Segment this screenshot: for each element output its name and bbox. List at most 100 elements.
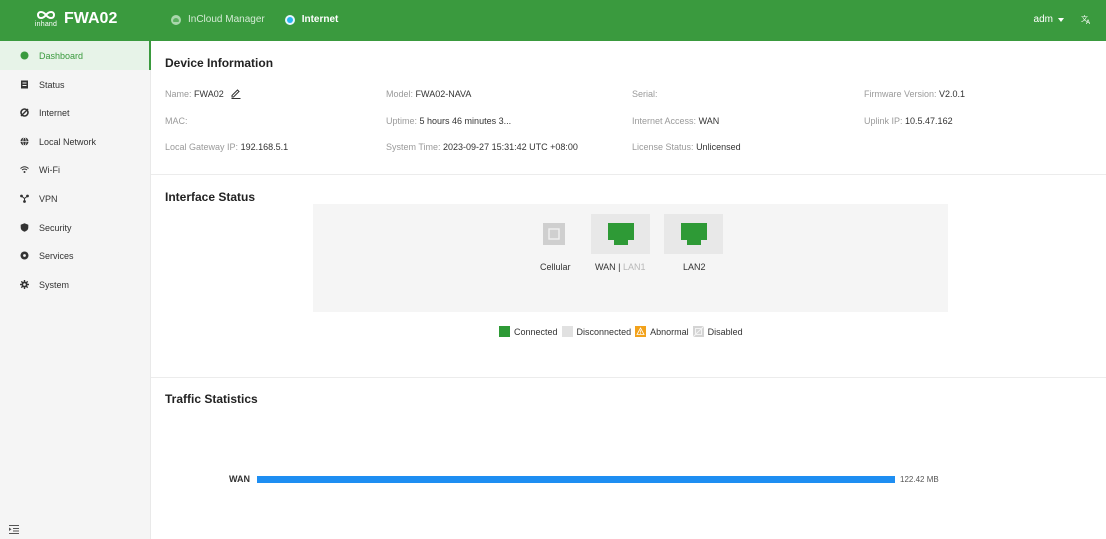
section-divider <box>151 174 1106 175</box>
gateway-ip-value: 192.168.5.1 <box>240 142 289 152</box>
system-time-label: System Time: <box>386 142 441 152</box>
mac-field: MAC: <box>165 116 190 126</box>
lan1-label: LAN1 <box>623 262 646 272</box>
sidebar-item-local-network[interactable]: Local Network <box>0 127 151 156</box>
uplink-ip-field: Uplink IP: 10.5.47.162 <box>864 116 953 126</box>
sidebar-item-security[interactable]: Security <box>0 213 151 242</box>
svg-text:A: A <box>1086 19 1091 24</box>
legend-label: Abnormal <box>650 326 689 337</box>
sidebar-item-label: Wi-Fi <box>39 164 60 175</box>
gateway-ip-label: Local Gateway IP: <box>165 142 239 152</box>
nav-label: InCloud Manager <box>188 14 265 25</box>
wan-lan1-port[interactable] <box>591 214 650 254</box>
interface-panel: Cellular WAN | LAN1 LAN2 <box>313 204 948 312</box>
internet-access-value: WAN <box>698 116 720 126</box>
brand-subtitle: inhand <box>34 21 58 28</box>
legend-abnormal: Abnormal <box>635 326 689 337</box>
firmware-value: V2.0.1 <box>939 89 966 99</box>
uptime-value: 5 hours 46 minutes 3... <box>419 116 512 126</box>
ethernet-port-connected-icon <box>607 223 634 245</box>
disconnected-swatch <box>561 326 573 337</box>
inhand-logo: inhand <box>30 8 62 30</box>
traffic-row-wan: WAN 122.42 MB <box>229 474 939 484</box>
model-label: Model: <box>386 89 414 99</box>
traffic-value: 122.42 MB <box>900 474 939 484</box>
cellular-port[interactable] <box>534 214 574 254</box>
status-icon <box>21 80 28 89</box>
firmware-field: Firmware Version: V2.0.1 <box>864 89 965 99</box>
uptime-field: Uptime: 5 hours 46 minutes 3... <box>386 116 511 126</box>
license-label: License Status: <box>632 142 694 152</box>
traffic-bar <box>257 475 895 483</box>
translate-icon[interactable]: 文 A <box>1081 13 1092 27</box>
port-separator: | <box>615 262 624 272</box>
model-field: Model: FWA02-NAVA <box>386 89 471 99</box>
vpn-icon <box>20 194 29 203</box>
lan2-port[interactable] <box>664 214 723 254</box>
legend-disabled: Disabled <box>692 326 743 337</box>
caret-down-icon <box>1058 17 1064 22</box>
model-value: FWA02-NAVA <box>415 89 472 99</box>
device-info-title: Device Information <box>165 56 274 70</box>
name-label: Name: <box>165 89 192 99</box>
cloud-icon <box>171 14 181 25</box>
uptime-label: Uptime: <box>386 116 418 126</box>
uplink-ip-label: Uplink IP: <box>864 116 903 126</box>
license-field: License Status: Unlicensed <box>632 142 741 152</box>
ethernet-port-connected-icon <box>680 223 707 245</box>
serial-label: Serial: <box>632 89 658 99</box>
top-bar: inhand FWA02 InCloud Manager Internet ad… <box>0 0 1106 41</box>
name-field: Name: FWA02 <box>165 89 241 99</box>
shield-icon <box>20 223 29 232</box>
sidebar-item-label: Local Network <box>39 136 97 147</box>
legend-label: Disabled <box>707 326 743 337</box>
sidebar-item-services[interactable]: Services <box>0 241 151 270</box>
nav-incloud-manager[interactable]: InCloud Manager <box>171 14 265 25</box>
sidebar-item-vpn[interactable]: VPN <box>0 184 151 213</box>
sidebar-item-label: Dashboard <box>39 50 84 61</box>
sidebar-item-system[interactable]: System <box>0 270 151 299</box>
name-value: FWA02 <box>194 89 224 99</box>
top-nav: InCloud Manager Internet <box>171 14 338 25</box>
lan2-label: LAN2 <box>683 262 706 272</box>
mac-label: MAC: <box>165 116 188 126</box>
username: adm <box>1033 14 1053 25</box>
sidebar-item-status[interactable]: Status <box>0 70 151 99</box>
legend-label: Disconnected <box>576 326 632 337</box>
user-menu[interactable]: adm <box>1034 14 1064 25</box>
sidebar-item-dashboard[interactable]: Dashboard <box>0 41 151 70</box>
warning-icon <box>635 326 647 337</box>
sidebar-item-internet[interactable]: Internet <box>0 98 151 127</box>
sidebar-item-wifi[interactable]: Wi-Fi <box>0 155 151 184</box>
infinity-logo-icon <box>36 11 56 19</box>
traffic-interface-label: WAN <box>229 474 250 484</box>
internet-dot-icon <box>284 14 295 25</box>
serial-field: Serial: <box>632 89 660 99</box>
collapse-icon[interactable] <box>9 524 19 534</box>
gateway-ip-field: Local Gateway IP: 192.168.5.1 <box>165 142 288 152</box>
sidebar-item-label: VPN <box>39 193 58 204</box>
system-time-field: System Time: 2023-09-27 15:31:42 UTC +08… <box>386 142 578 152</box>
sidebar-item-label: Services <box>39 250 74 261</box>
legend-disconnected: Disconnected <box>561 326 632 337</box>
edit-icon[interactable] <box>231 89 241 99</box>
sidebar-item-label: Security <box>39 222 72 233</box>
brand[interactable]: inhand FWA02 <box>30 8 117 30</box>
cellular-port-icon <box>543 223 565 245</box>
internet-access-label: Internet Access: <box>632 116 697 126</box>
interface-legend: Connected Disconnected Abnormal Disabled <box>499 326 747 337</box>
firmware-label: Firmware Version: <box>864 89 937 99</box>
license-value: Unlicensed <box>696 142 741 152</box>
wan-label: WAN <box>595 262 616 272</box>
nav-internet[interactable]: Internet <box>284 14 339 25</box>
traffic-bar-fill <box>257 475 895 483</box>
sidebar-item-label: Status <box>39 79 65 90</box>
section-divider <box>151 377 1106 378</box>
dashboard-icon <box>20 51 29 60</box>
nav-label: Internet <box>301 14 339 25</box>
gear-icon <box>20 280 29 289</box>
system-time-value: 2023-09-27 15:31:42 UTC +08:00 <box>443 142 578 152</box>
wifi-icon <box>20 166 29 173</box>
sidebar-item-label: Internet <box>39 107 70 118</box>
interface-status-title: Interface Status <box>165 190 256 204</box>
